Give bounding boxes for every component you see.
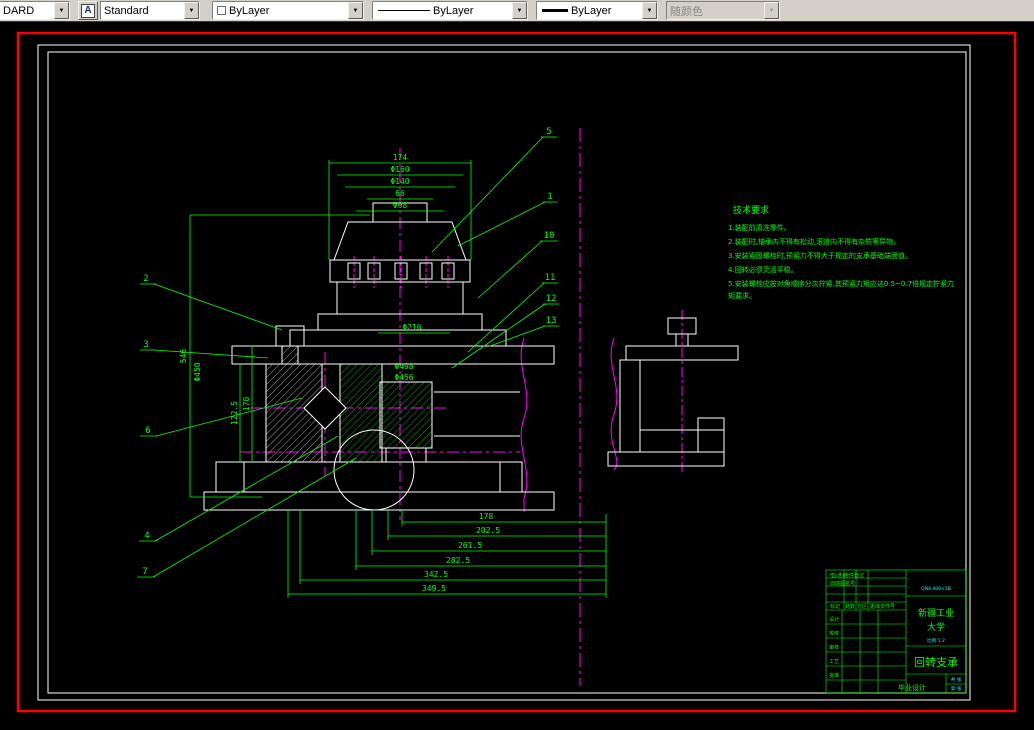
dim-label: 178 [479,512,494,521]
tb-label: 共 张 [951,676,962,683]
lineweight-combo[interactable]: ByLayer ▼ [536,1,658,20]
lineweight-sample-icon [542,9,568,12]
tb-label: 旧底图总号 [830,580,855,587]
leader-lines [137,136,559,578]
dim-label: Φ216 [402,323,421,332]
tb-part-name: 回转支承 [914,655,958,669]
dim-label: Φ456 [394,373,413,382]
plot-style-combo: 随颜色 ▼ [666,1,780,20]
tb-school: 新疆工业 [918,607,954,619]
side-partial-view [607,317,739,467]
linetype-value: ByLayer [433,4,474,17]
dim-label: Φ498 [394,362,413,371]
linetype-sample-icon [378,10,430,11]
tb-label: 更改文件号 [870,603,895,610]
linetype-combo[interactable]: ByLayer ▼ [372,1,528,20]
chevron-down-icon: ▼ [764,2,779,19]
tb-label: 审核 [829,644,839,651]
callout-number: 7 [142,567,147,577]
color-swatch [217,6,226,15]
tb-label: 借(通)用件登记 [830,572,864,579]
tb-label: 处数 [845,603,855,610]
tb-school: 大学 [927,621,945,633]
callout-number: 3 [143,340,148,350]
tech-req-title: 技术要求 [733,204,769,216]
dim-label: Φ160 [390,165,409,174]
callout-number: 1 [547,192,552,202]
dim-label: Φ140 [390,177,409,186]
callout-number: 10 [544,231,555,241]
tb-label: 批准 [829,672,839,679]
dim-style-value: Standard [104,4,149,17]
main-section-view [203,202,555,511]
tb-label: 工艺 [829,659,839,665]
drawing-canvas[interactable]: 174 Φ160 Φ140 66 Φ98 Φ216 Φ498 Φ456 546 … [0,0,1034,730]
dim-label: 349.5 [422,584,446,593]
dim-label: Φ98 [393,201,408,210]
title-block: 借(通)用件登记 旧底图总号 标记 处数 分区 更改文件号 设计 校核 审核 工… [825,569,967,694]
chevron-down-icon[interactable]: ▼ [642,2,657,19]
dim-label: 546 [179,349,188,364]
dim-label: Φ450 [193,362,202,381]
tb-scale: 比例 1:2 [927,637,945,644]
break-line [610,337,618,471]
chevron-down-icon[interactable]: ▼ [184,2,199,19]
tech-req-line: 3.安装紧固螺栓时,预紧力不得大于规定的支承基础端面值。 [728,251,912,260]
callout-number: 5 [546,127,551,137]
text-style-combo[interactable]: DARD ▼ [0,1,70,20]
chevron-down-icon[interactable]: ▼ [348,2,363,19]
tb-label: 校核 [829,630,839,637]
tb-label: 标记 [830,603,840,610]
dim-label: 174 [393,153,408,162]
tb-model: QNA.400×5B [921,586,951,592]
dim-style-combo[interactable]: Standard ▼ [100,1,200,20]
callout-number: 11 [545,273,556,283]
dim-label: 342.5 [424,570,448,579]
dim-label: 282.5 [446,556,470,565]
text-style-icon: A [81,3,95,18]
callout-number: 12 [546,294,557,304]
dim-label: 261.5 [458,541,482,550]
technical-requirements: 技术要求 1.装配前清洗零件。 2.装配时,轴承内不得有松动,滚道内不得有杂质等… [728,204,954,300]
dim-label: 202.5 [476,526,500,535]
callout-number: 2 [143,274,148,284]
plot-style-value: 随颜色 [670,5,703,18]
chevron-down-icon[interactable]: ▼ [54,2,69,19]
styles-properties-toolbar: DARD ▼ A Standard ▼ ByLayer ▼ ByLayer ▼ … [0,0,1034,22]
tech-req-line: 2.装配时,轴承内不得有松动,滚道内不得有杂质等异物。 [728,237,900,246]
tb-label: 第 张 [951,685,962,692]
color-combo[interactable]: ByLayer ▼ [212,1,364,20]
tb-label: 分区 [857,603,867,610]
callout-number: 13 [546,316,557,326]
text-style-manager-button[interactable]: A [78,1,98,20]
dim-label: 66 [395,189,405,198]
tb-project: 毕业设计 [898,683,926,692]
color-value: ByLayer [229,4,270,17]
tech-req-line: 5.安装螺栓应按对角顺序分次拧紧,其预紧力矩应达0.5~0.7倍规定拧紧力 [728,279,954,288]
chevron-down-icon[interactable]: ▼ [512,2,527,19]
pinion-section [379,381,433,449]
callout-number: 4 [144,531,149,541]
tech-req-line: 矩要求。 [728,291,756,300]
tech-req-line: 1.装配前清洗零件。 [728,223,791,232]
dim-label: 170 [242,397,251,412]
dim-label: 122.5 [230,401,239,425]
lineweight-value: ByLayer [571,4,612,17]
tb-label: 设计 [829,616,839,623]
text-style-value: DARD [3,4,35,17]
tech-req-line: 4.回转必须灵活平稳。 [728,265,798,274]
callout-number: 6 [145,426,150,436]
